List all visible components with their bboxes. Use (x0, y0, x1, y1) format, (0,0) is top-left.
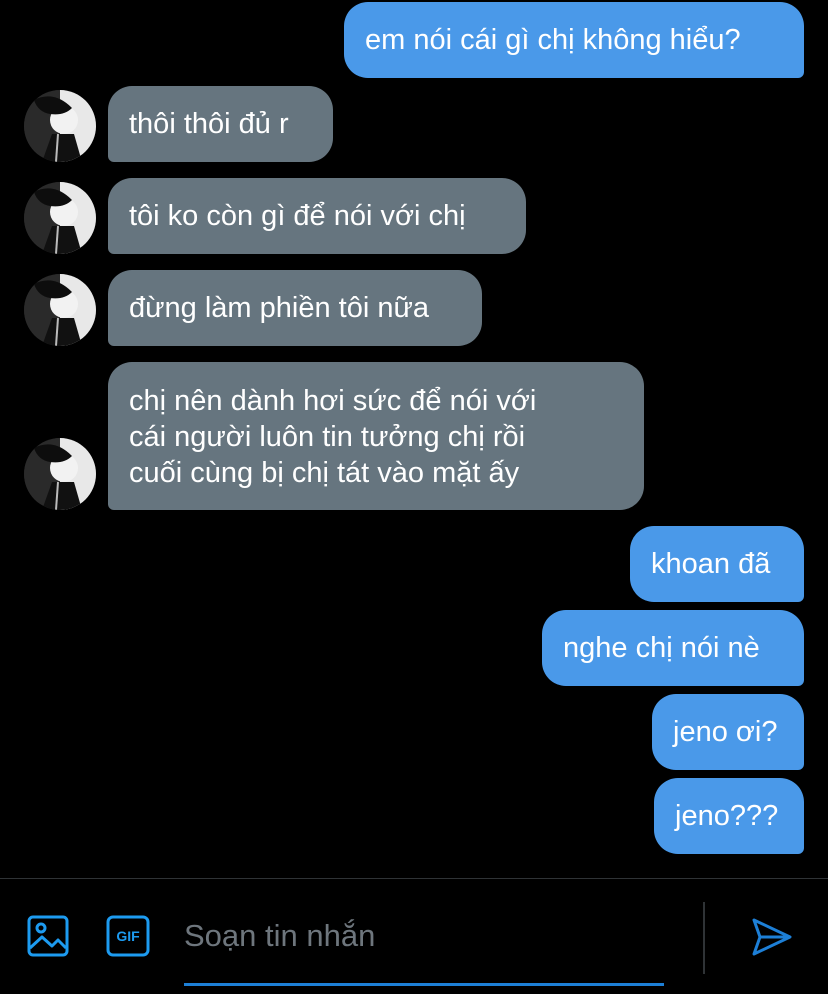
message-bubble-sent: khoan đã (630, 526, 804, 602)
message-bubble-received: đừng làm phiền tôi nữa (108, 270, 482, 346)
image-icon[interactable] (27, 915, 69, 957)
avatar[interactable] (24, 90, 96, 162)
message-text: thôi thôi đủ r (129, 108, 289, 140)
message-bubble-sent: em nói cái gì chị không hiểu? (344, 2, 804, 78)
avatar[interactable] (24, 274, 96, 346)
message-bubble-sent: nghe chị nói nè (542, 610, 804, 686)
gif-icon[interactable]: GIF (106, 915, 150, 957)
avatar[interactable] (24, 438, 96, 510)
message-input[interactable] (184, 905, 664, 967)
message-text: jeno??? (675, 800, 779, 832)
message-text: em nói cái gì chị không hiểu? (365, 24, 741, 56)
send-icon[interactable] (750, 915, 794, 959)
message-text: jeno ơi? (673, 716, 778, 748)
input-underline (184, 983, 664, 986)
message-bubble-received: thôi thôi đủ r (108, 86, 333, 162)
message-bubble-received: tôi ko còn gì để nói với chị (108, 178, 526, 254)
avatar[interactable] (24, 182, 96, 254)
message-text: đừng làm phiền tôi nữa (129, 292, 430, 324)
message-text: tôi ko còn gì để nói với chị (129, 200, 466, 232)
message-text-line: cái người luôn tin tưởng chị rồi (129, 421, 526, 453)
message-bubble-sent: jeno ơi? (652, 694, 804, 770)
message-text: nghe chị nói nè (563, 632, 760, 664)
message-text: khoan đã (651, 548, 771, 580)
send-divider (703, 902, 705, 974)
message-input-wrap (184, 905, 664, 986)
message-bubble-received: chị nên dành hơi sức để nói với cái ngườ… (108, 362, 644, 510)
message-text-line: cuối cùng bị chị tát vào mặt ấy (129, 457, 520, 489)
message-text-line: chị nên dành hơi sức để nói với (129, 385, 537, 417)
gif-label: GIF (116, 928, 140, 944)
composer-divider (0, 878, 828, 879)
message-bubble-sent: jeno??? (654, 778, 804, 854)
